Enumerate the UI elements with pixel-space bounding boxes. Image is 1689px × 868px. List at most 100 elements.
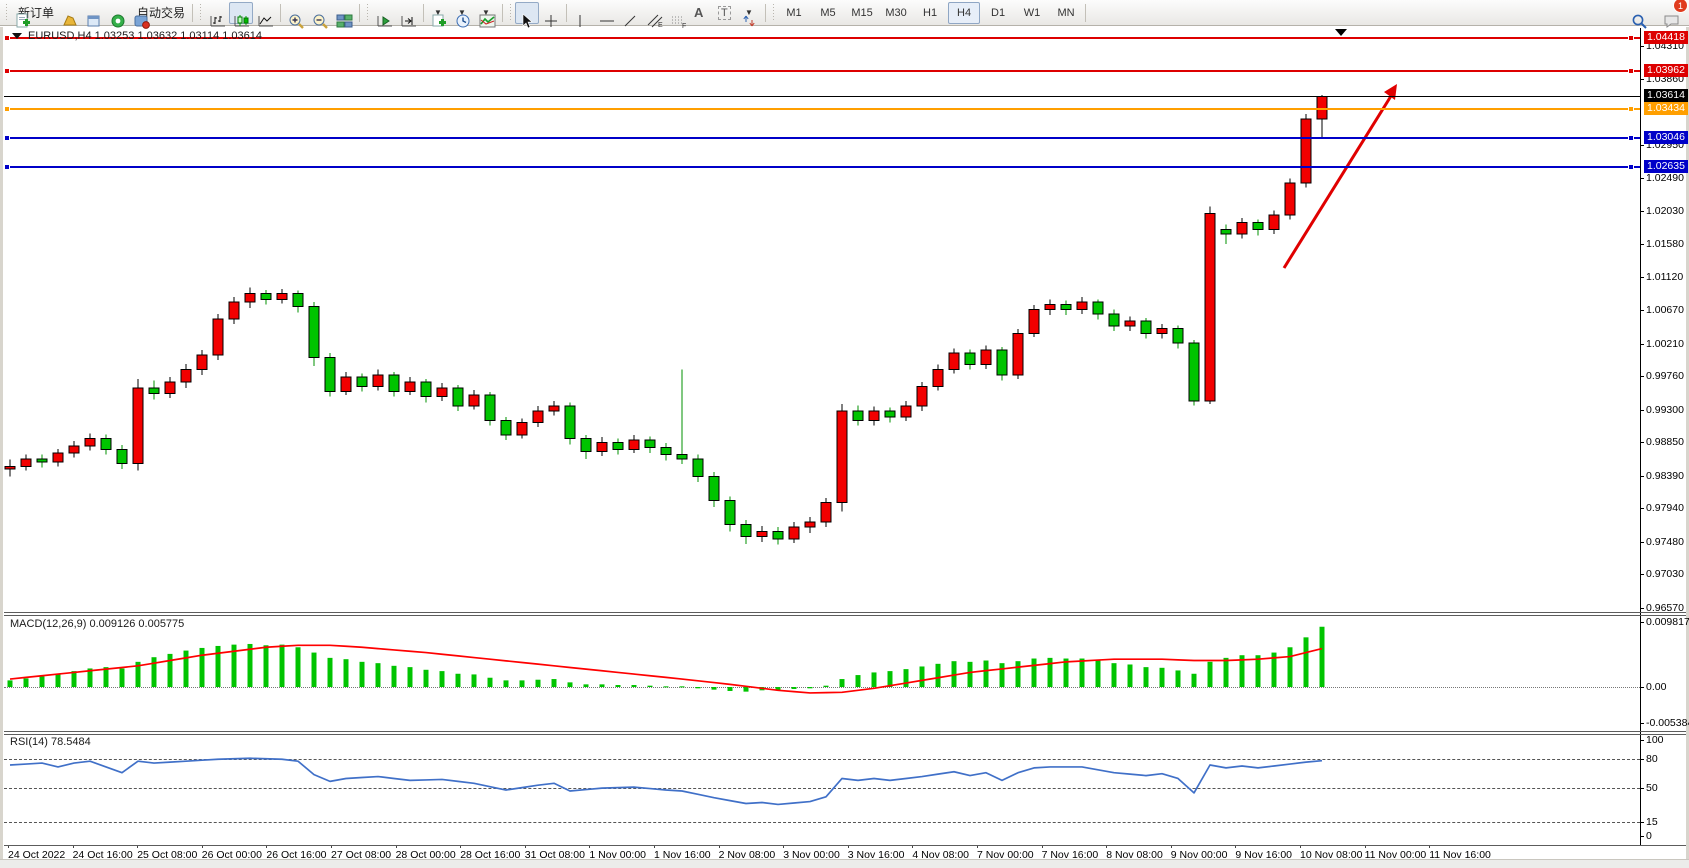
price-line-1.03614[interactable] bbox=[4, 96, 1640, 97]
arrows-button[interactable]: ▼ bbox=[738, 2, 762, 24]
timeframe-button-m1[interactable]: M1 bbox=[778, 2, 810, 24]
rsi-axis-label: 15 bbox=[1646, 816, 1658, 828]
macd-histogram-bar bbox=[200, 648, 205, 687]
line-handle[interactable] bbox=[4, 135, 10, 141]
candle-body bbox=[901, 406, 911, 417]
line-handle[interactable] bbox=[4, 164, 10, 170]
timeframe-button-mn[interactable]: MN bbox=[1050, 2, 1082, 24]
candle-body bbox=[1301, 119, 1311, 183]
candle-body bbox=[661, 447, 671, 454]
zoom-out-button[interactable] bbox=[308, 2, 332, 24]
pane-divider[interactable] bbox=[4, 612, 1686, 613]
candle-body bbox=[613, 442, 623, 449]
price-line-1.03434[interactable] bbox=[4, 108, 1640, 110]
candle-body bbox=[629, 440, 639, 449]
line-handle[interactable] bbox=[1628, 164, 1634, 170]
price-line-1.03046[interactable] bbox=[4, 137, 1640, 139]
timeframe-button-w1[interactable]: W1 bbox=[1016, 2, 1048, 24]
line-handle[interactable] bbox=[4, 106, 10, 112]
macd-histogram-bar bbox=[824, 686, 829, 687]
timeframe-button-m15[interactable]: M15 bbox=[846, 2, 878, 24]
rsi-pane[interactable] bbox=[4, 734, 1640, 844]
text-label-button[interactable]: T bbox=[714, 2, 738, 24]
timeframe-button-d1[interactable]: D1 bbox=[982, 2, 1014, 24]
timeframe-button-m30[interactable]: M30 bbox=[880, 2, 912, 24]
crosshair-button[interactable] bbox=[539, 2, 563, 24]
price-line-1.03962[interactable] bbox=[4, 70, 1640, 72]
auto-scroll-button[interactable] bbox=[372, 2, 396, 24]
toolbar-grip bbox=[771, 4, 776, 22]
pane-divider[interactable] bbox=[4, 615, 1686, 616]
macd-histogram-bar bbox=[56, 674, 61, 687]
candlestick-chart-button[interactable] bbox=[229, 2, 253, 24]
macd-histogram-bar bbox=[1080, 659, 1085, 687]
timeframe-button-h4[interactable]: H4 bbox=[948, 2, 980, 24]
line-chart-button[interactable] bbox=[253, 2, 277, 24]
line-handle[interactable] bbox=[1628, 135, 1634, 141]
candle-body bbox=[725, 500, 735, 524]
macd-pane[interactable] bbox=[4, 614, 1640, 731]
indicators-button[interactable]: ▼ bbox=[475, 2, 499, 24]
line-handle[interactable] bbox=[4, 68, 10, 74]
rsi-label: RSI(14) 78.5484 bbox=[10, 736, 91, 748]
new-chart-button[interactable]: ▼ bbox=[427, 2, 451, 24]
pane-divider[interactable] bbox=[4, 734, 1686, 735]
macd-histogram-bar bbox=[504, 680, 509, 687]
time-marker-triangle-icon[interactable] bbox=[1335, 29, 1347, 36]
horizontal-line-button[interactable] bbox=[594, 2, 618, 24]
line-handle[interactable] bbox=[1628, 68, 1634, 74]
candle-body bbox=[229, 302, 239, 319]
autotrade-button[interactable]: 自动交易 bbox=[130, 2, 189, 24]
rsi-axis-label: 50 bbox=[1646, 782, 1658, 794]
macd-histogram-bar bbox=[1176, 670, 1181, 687]
line-handle[interactable] bbox=[4, 35, 10, 41]
macd-histogram-bar bbox=[600, 684, 605, 687]
vertical-line-button[interactable] bbox=[570, 2, 594, 24]
macd-histogram-bar bbox=[152, 657, 157, 687]
period-button[interactable]: ▼ bbox=[451, 2, 475, 24]
macd-histogram-bar bbox=[1144, 667, 1149, 687]
candle-body bbox=[485, 395, 495, 420]
toolbar-grip bbox=[365, 4, 370, 22]
new-order-button[interactable]: 新订单 bbox=[11, 2, 58, 24]
price-line-1.02635[interactable] bbox=[4, 166, 1640, 168]
market-watch-button[interactable] bbox=[58, 2, 82, 24]
zoom-in-button[interactable] bbox=[284, 2, 308, 24]
candle-body bbox=[805, 522, 815, 527]
macd-histogram-bar bbox=[24, 678, 29, 687]
macd-histogram-bar bbox=[904, 669, 909, 687]
chart-shift-button[interactable] bbox=[396, 2, 420, 24]
toolbar-separator bbox=[359, 4, 360, 22]
tile-windows-button[interactable] bbox=[332, 2, 356, 24]
timeframe-button-m5[interactable]: M5 bbox=[812, 2, 844, 24]
macd-histogram-bar bbox=[216, 646, 221, 687]
candle-body bbox=[1157, 328, 1167, 333]
main-price-pane[interactable] bbox=[4, 28, 1640, 612]
candle-body bbox=[325, 357, 335, 391]
macd-histogram-bar bbox=[168, 654, 173, 687]
search-button[interactable] bbox=[1627, 2, 1651, 24]
timeframe-group: M1M5M15M30H1H4D1W1MN bbox=[778, 2, 1082, 24]
bar-chart-button[interactable] bbox=[205, 2, 229, 24]
pane-divider[interactable] bbox=[4, 731, 1686, 732]
trendline-button[interactable] bbox=[618, 2, 642, 24]
line-handle[interactable] bbox=[1628, 35, 1634, 41]
notifications-button[interactable]: 1 bbox=[1659, 2, 1683, 24]
price-axis-label: 1.01580 bbox=[1646, 238, 1684, 250]
charts-button[interactable] bbox=[82, 2, 106, 24]
macd-histogram-bar bbox=[456, 674, 461, 687]
timeframe-button-h1[interactable]: H1 bbox=[914, 2, 946, 24]
cursor-button[interactable] bbox=[515, 2, 539, 24]
channel-button[interactable]: E bbox=[642, 2, 666, 24]
candle-body bbox=[341, 377, 351, 392]
toolbar-right-tools: 1 bbox=[1627, 0, 1683, 26]
line-handle[interactable] bbox=[1628, 106, 1634, 112]
macd-histogram-bar bbox=[936, 664, 941, 687]
navigator-button[interactable] bbox=[106, 2, 130, 24]
fibonacci-button[interactable]: F bbox=[666, 2, 690, 24]
macd-histogram-bar bbox=[280, 645, 285, 687]
trend-arrow-line[interactable] bbox=[1284, 96, 1391, 268]
text-button[interactable]: A bbox=[690, 2, 714, 24]
candle-body bbox=[213, 319, 223, 355]
candle-body bbox=[117, 450, 127, 464]
